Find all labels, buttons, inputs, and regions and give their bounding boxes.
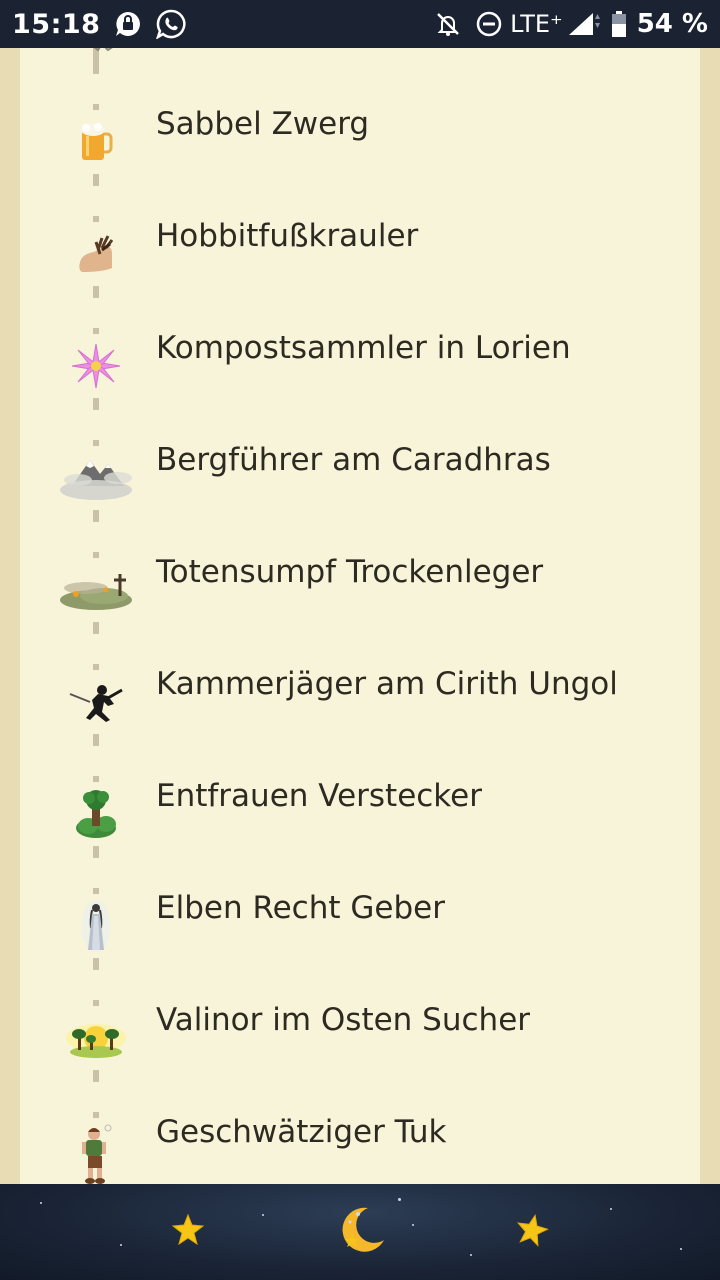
list-item[interactable]: Geschwätziger Tuk	[20, 1086, 700, 1184]
bell-off-icon	[434, 10, 462, 38]
list-item[interactable]: Totensumpf Trockenleger	[20, 526, 700, 638]
list-item-label: Hobbitfußkrauler	[156, 218, 419, 254]
star-dot	[680, 1248, 682, 1250]
elf-figure-icon	[56, 894, 136, 958]
battery-percent: 54 %	[636, 9, 708, 39]
list-item[interactable]: Elben Recht Geber	[20, 862, 700, 974]
signal-icon	[567, 11, 601, 37]
list-item-label: Sabbel Zwerg	[156, 106, 370, 142]
content-card: Sabbel Zwerg Hobbitfußkrauler Kompostsam…	[20, 48, 700, 1184]
status-bar: 15:18 LTE⁺ 54 %	[0, 0, 720, 48]
battery-icon	[611, 10, 627, 38]
star-icon	[515, 1213, 549, 1251]
bottom-nav	[0, 1184, 720, 1280]
list-item[interactable]: Kompostsammler in Lorien	[20, 302, 700, 414]
list-item-label: Kammerjäger am Cirith Ungol	[156, 666, 618, 702]
list-item[interactable]: Kammerjäger am Cirith Ungol	[20, 638, 700, 750]
moon-star-icon	[336, 1204, 388, 1260]
fighter-silhouette-icon	[56, 670, 136, 734]
list-item-label: Geschwätziger Tuk	[156, 1114, 447, 1150]
list-item[interactable]: Entfrauen Verstecker	[20, 750, 700, 862]
list-item[interactable]: Valinor im Osten Sucher	[20, 974, 700, 1086]
tree-icon	[56, 782, 136, 846]
network-type: LTE⁺	[510, 10, 563, 38]
star-dot	[610, 1208, 612, 1210]
status-time: 15:18	[12, 8, 101, 40]
misty-mountain-icon	[56, 446, 136, 510]
list-item[interactable]: Bergführer am Caradhras	[20, 414, 700, 526]
star-dot	[398, 1198, 401, 1201]
list-item-label: Kompostsammler in Lorien	[156, 330, 571, 366]
nav-right-button[interactable]	[502, 1204, 562, 1260]
star-dot	[40, 1202, 42, 1204]
list-item[interactable]: Hobbitfußkrauler	[20, 190, 700, 302]
list-item-label: Valinor im Osten Sucher	[156, 1002, 531, 1038]
do-not-disturb-icon	[476, 11, 502, 37]
pink-flower-icon	[56, 334, 136, 398]
star-dot	[262, 1214, 264, 1216]
list-item[interactable]: Sabbel Zwerg	[20, 78, 700, 190]
sunrise-trees-icon	[56, 1006, 136, 1070]
dead-marshes-icon	[56, 558, 136, 622]
whatsapp-icon	[156, 9, 186, 39]
list-item-label: Elben Recht Geber	[156, 890, 445, 926]
list-item-label: Entfrauen Verstecker	[156, 778, 482, 814]
star-icon	[171, 1213, 205, 1251]
list-item-label: Bergführer am Caradhras	[156, 442, 551, 478]
list-item-label: Totensumpf Trockenleger	[156, 554, 544, 590]
hobbit-figure-icon	[56, 1118, 136, 1184]
star-dot	[120, 1244, 122, 1246]
lock-notification-icon	[114, 10, 142, 38]
star-dot	[412, 1224, 414, 1226]
nav-center-button[interactable]	[332, 1204, 392, 1260]
beer-mug-icon	[56, 110, 136, 174]
cutoff-icon	[80, 48, 120, 60]
star-dot	[470, 1254, 472, 1256]
nav-left-button[interactable]	[158, 1204, 218, 1260]
hairy-foot-icon	[56, 222, 136, 286]
